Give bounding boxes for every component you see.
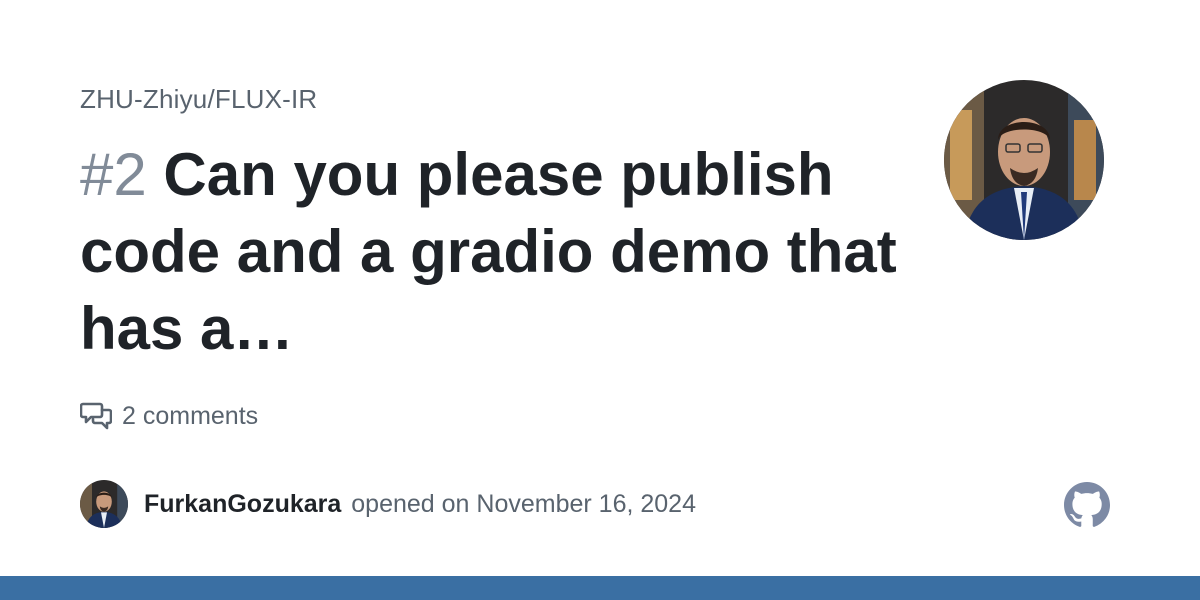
issue-title: #2 Can you please publish code and a gra… [80,136,900,367]
comments-count[interactable]: 2 comments [80,400,258,432]
repository-name[interactable]: ZHU-Zhiyu/FLUX-IR [80,84,317,115]
github-icon [1064,482,1110,527]
bottom-accent-bar [0,576,1200,600]
issue-number: #2 [80,141,147,208]
author-avatar-large [944,80,1104,240]
comments-label: 2 comments [122,401,259,430]
issue-title-text: Can you please publish code and a gradio… [80,141,897,362]
opened-date-text: opened on November 16, 2024 [351,489,696,518]
issue-opened-meta: FurkanGozukara opened on November 16, 20… [80,480,696,528]
comment-discussion-icon [80,402,112,430]
author-name[interactable]: FurkanGozukara [144,490,341,519]
author-avatar-small[interactable] [80,480,128,528]
